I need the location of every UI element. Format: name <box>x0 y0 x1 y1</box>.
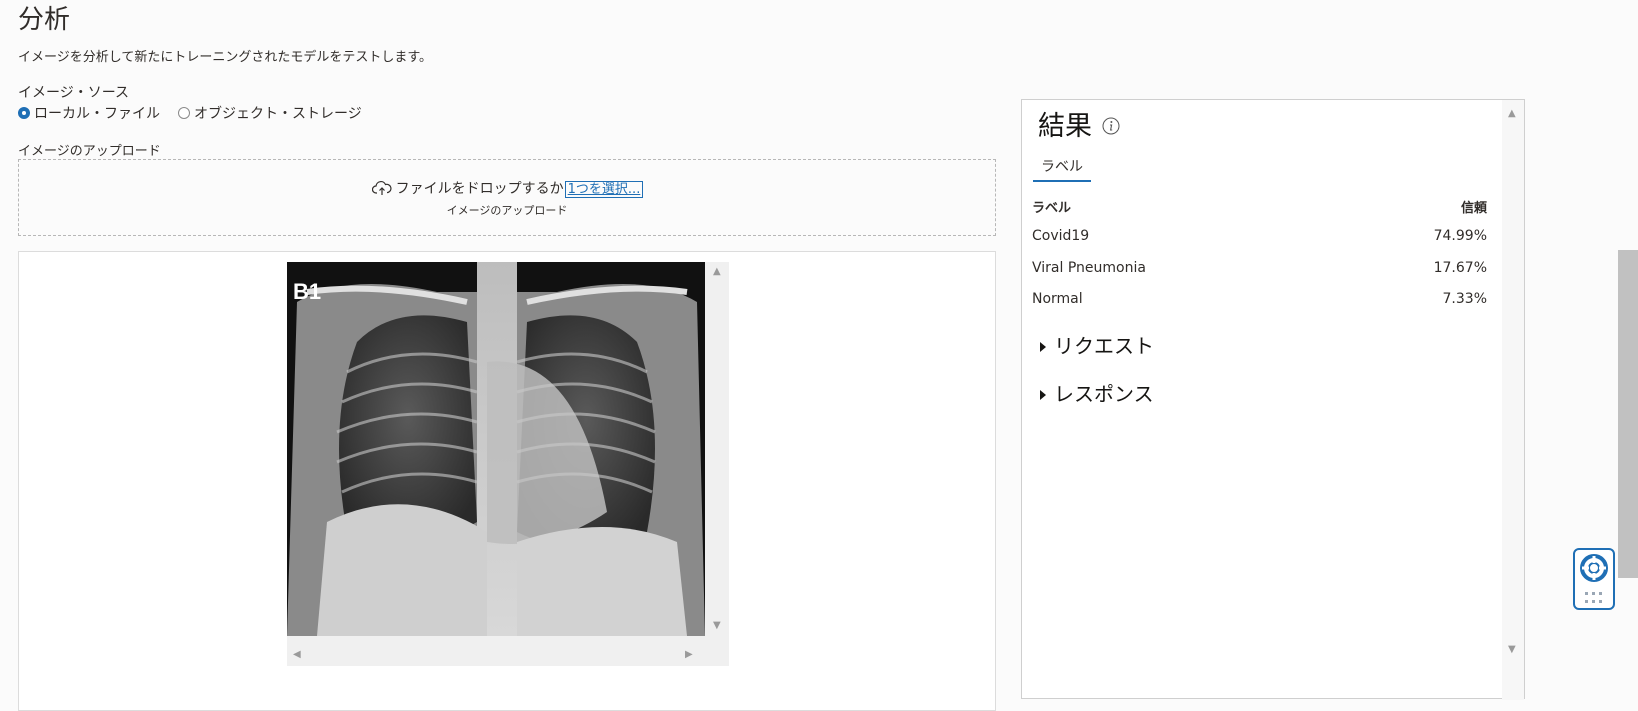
result-label: Covid19 <box>1032 228 1090 244</box>
results-title: 結果 <box>1038 111 1092 142</box>
radio-object-storage-label: オブジェクト・ストレージ <box>194 106 362 122</box>
page-title: 分析 <box>18 5 71 35</box>
column-header-label: ラベル <box>1032 201 1072 216</box>
info-icon[interactable] <box>1102 117 1120 139</box>
response-section-label: レスポンス <box>1054 382 1154 406</box>
image-vertical-scrollbar[interactable]: ▲ ▼ <box>707 262 729 646</box>
result-label: Viral Pneumonia <box>1032 260 1146 276</box>
image-horizontal-scrollbar[interactable]: ◀ ▶ <box>287 644 705 666</box>
image-source-label: イメージ・ソース <box>18 85 130 101</box>
select-file-link[interactable]: 1つを選択... <box>564 181 644 198</box>
image-viewport: B1 ▲ ▼ ◀ ▶ <box>287 262 729 666</box>
result-confidence: 74.99% <box>1433 228 1487 244</box>
cloud-upload-icon <box>371 180 392 200</box>
help-button[interactable] <box>1573 548 1615 610</box>
image-label: B1 <box>293 279 321 304</box>
image-preview-panel: B1 ▲ ▼ ◀ ▶ <box>18 251 996 711</box>
radio-local-file-label: ローカル・ファイル <box>34 106 160 122</box>
result-confidence: 7.33% <box>1442 291 1487 307</box>
result-confidence: 17.67% <box>1433 260 1487 276</box>
chest-xray-image: B1 <box>287 262 705 636</box>
scroll-up-icon[interactable]: ▲ <box>713 266 721 277</box>
caret-right-icon <box>1040 389 1046 400</box>
page-scrollbar-thumb[interactable] <box>1618 250 1638 578</box>
scroll-left-icon[interactable]: ◀ <box>293 649 301 660</box>
column-header-confidence: 信頼 <box>1460 201 1487 216</box>
result-label: Normal <box>1032 291 1083 307</box>
scroll-down-icon[interactable]: ▼ <box>1508 644 1516 655</box>
image-source-radio-group: ローカル・ファイル オブジェクト・ストレージ <box>18 103 380 123</box>
tab-labels[interactable]: ラベル <box>1033 156 1091 182</box>
drag-handle-icon[interactable] <box>1584 590 1604 609</box>
scroll-right-icon[interactable]: ▶ <box>685 649 693 660</box>
radio-object-storage[interactable]: オブジェクト・ストレージ <box>178 103 362 123</box>
request-section-label: リクエスト <box>1054 334 1154 358</box>
response-section-toggle[interactable]: レスポンス <box>1040 378 1154 407</box>
radio-object-storage-indicator[interactable] <box>178 107 190 119</box>
radio-local-file-indicator[interactable] <box>18 107 30 119</box>
dropzone-subtext: イメージのアップロード <box>446 204 568 217</box>
lifebuoy-icon <box>1580 554 1608 586</box>
drop-text: ファイルをドロップするか <box>395 181 564 197</box>
results-panel: 結果 ラベル ラベル 信頼 Covid19 74.99% Viral Pneum… <box>1021 99 1525 700</box>
upload-label: イメージのアップロード <box>18 144 161 159</box>
caret-right-icon <box>1040 341 1046 352</box>
request-section-toggle[interactable]: リクエスト <box>1040 330 1154 359</box>
dropzone-line: ファイルをドロップするか 1つを選択... <box>19 178 995 200</box>
scroll-down-icon[interactable]: ▼ <box>713 620 721 631</box>
radio-local-file[interactable]: ローカル・ファイル <box>18 103 160 123</box>
page-description: イメージを分析して新たにトレーニングされたモデルをテストします。 <box>18 50 433 65</box>
upload-dropzone[interactable]: ファイルをドロップするか 1つを選択... イメージのアップロード <box>18 159 996 236</box>
results-scrollbar[interactable]: ▲ ▼ <box>1502 100 1524 700</box>
scroll-up-icon[interactable]: ▲ <box>1508 108 1516 119</box>
